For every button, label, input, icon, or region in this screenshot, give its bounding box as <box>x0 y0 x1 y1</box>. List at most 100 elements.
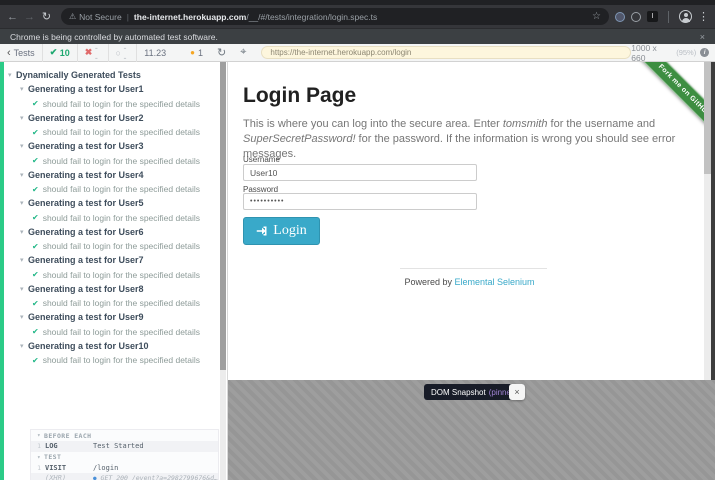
info-icon[interactable]: i <box>700 48 709 57</box>
reload-icon[interactable]: ↻ <box>38 10 55 23</box>
extension-icon[interactable]: I <box>647 11 658 22</box>
passed-check-icon: ✔ <box>50 47 58 58</box>
test-row[interactable]: ✔ should fail to login for the specified… <box>4 182 220 196</box>
test-group-header[interactable]: ▾ Generating a test for User10 <box>4 339 220 354</box>
page-description: This is where you can log into the secur… <box>243 117 695 162</box>
elemental-selenium-link[interactable]: Elemental Selenium <box>454 277 534 287</box>
password-hint: SuperSecretPassword! <box>243 133 356 145</box>
caret-down-icon[interactable]: ▾ <box>20 114 28 122</box>
test-row[interactable]: ✔ should fail to login for the specified… <box>4 125 220 139</box>
screen: ← → ↻ ⚠ Not Secure | the-internet.heroku… <box>0 0 715 480</box>
test-row[interactable]: ✔ should fail to login for the specified… <box>4 268 220 282</box>
caret-down-icon: ▾ <box>37 432 44 439</box>
test-row[interactable]: ✔ should fail to login for the specified… <box>4 353 220 367</box>
security-label[interactable]: Not Secure <box>79 12 122 22</box>
description-text: This is where you can log into the secur… <box>243 118 503 130</box>
passed-value: 10 <box>60 48 70 58</box>
test-row[interactable]: ✔ should fail to login for the specified… <box>4 211 220 225</box>
password-field[interactable]: •••••••••• <box>243 193 477 210</box>
run-duration: 11.23 <box>137 44 173 62</box>
cypress-header: ‹ Tests ✔ 10 ✖ -- ○ -- 11.23 ● 1 ↻ ⌖ ht <box>0 44 715 62</box>
automation-notice-text: Chrome is being controlled by automated … <box>10 32 218 42</box>
pending-count[interactable]: ○ -- <box>109 44 138 62</box>
browser-toolbar: ← → ↻ ⚠ Not Secure | the-internet.heroku… <box>0 5 715 28</box>
test-group-header[interactable]: ▾ Generating a test for User8 <box>4 282 220 297</box>
back-icon[interactable]: ← <box>4 11 21 23</box>
test-group-header[interactable]: ▾ Generating a test for User1 <box>4 82 220 97</box>
before-each-hook[interactable]: ▾ BEFORE EACH <box>31 430 218 441</box>
browser-menu-icon[interactable]: ⋮ <box>698 10 709 23</box>
restart-tests-button[interactable]: ↻ <box>210 44 233 62</box>
snapshot-close-button[interactable]: × <box>509 384 525 400</box>
forward-icon[interactable]: → <box>21 11 38 23</box>
test-group-header[interactable]: ▾ Generating a test for User7 <box>4 253 220 268</box>
test-passed-check-icon: ✔ <box>32 299 39 308</box>
aut-scrollbar-thumb[interactable] <box>704 62 711 174</box>
test-group-title: Generating a test for User8 <box>28 284 144 294</box>
extension-icons: I ⋮ <box>615 10 715 23</box>
caret-down-icon[interactable]: ▾ <box>20 285 28 293</box>
viewport-badge[interactable]: ● 1 <box>183 44 210 62</box>
caret-down-icon[interactable]: ▾ <box>20 228 28 236</box>
test-row[interactable]: ✔ should fail to login for the specified… <box>4 154 220 168</box>
caret-down-icon: ▾ <box>37 454 44 461</box>
aut-url-bar[interactable]: https://the-internet.herokuapp.com/login <box>261 46 631 59</box>
command-row-visit[interactable]: 1 VISIT /login <box>31 463 218 474</box>
aut-scrollbar[interactable] <box>704 62 711 380</box>
test-title: should fail to login for the specified d… <box>43 298 200 308</box>
caret-down-icon[interactable]: ▾ <box>20 85 28 93</box>
selector-playground-button[interactable]: ⌖ <box>233 44 253 62</box>
test-group-title: Generating a test for User6 <box>28 227 144 237</box>
suite-row[interactable]: ▾ Dynamically Generated Tests <box>4 68 220 82</box>
test-passed-check-icon: ✔ <box>32 213 39 222</box>
test-row[interactable]: ✔ should fail to login for the specified… <box>4 97 220 111</box>
aut-right-edge <box>711 62 715 380</box>
test-passed-check-icon: ✔ <box>32 356 39 365</box>
username-field[interactable]: User10 <box>243 164 477 181</box>
caret-down-icon[interactable]: ▾ <box>20 256 28 264</box>
command-number: 1 <box>31 463 45 474</box>
test-group-header[interactable]: ▾ Generating a test for User2 <box>4 111 220 126</box>
test-group-header[interactable]: ▾ Generating a test for User9 <box>4 310 220 325</box>
command-row-log[interactable]: 1 LOG Test Started <box>31 441 218 452</box>
caret-down-icon[interactable]: ▾ <box>8 71 16 79</box>
test-passed-check-icon: ✔ <box>32 156 39 165</box>
extension-icon[interactable] <box>615 12 625 22</box>
sidebar-scrollbar[interactable] <box>220 62 226 480</box>
test-group: ▾ Generating a test for User8 ✔ should f… <box>4 282 220 311</box>
viewport-info: 1000 x 660 (95%) i <box>631 43 715 63</box>
address-bar[interactable]: ⚠ Not Secure | the-internet.herokuapp.co… <box>61 8 609 25</box>
sidebar-scrollbar-thumb[interactable] <box>220 62 226 370</box>
extension-icon[interactable] <box>631 12 641 22</box>
test-group-header[interactable]: ▾ Generating a test for User3 <box>4 139 220 154</box>
command-name: LOG <box>45 441 93 452</box>
test-row[interactable]: ✔ should fail to login for the specified… <box>4 325 220 339</box>
caret-down-icon[interactable]: ▾ <box>20 199 28 207</box>
caret-down-icon[interactable]: ▾ <box>20 171 28 179</box>
automation-infobar: Chrome is being controlled by automated … <box>0 28 715 44</box>
address-host: the-internet.herokuapp.com <box>134 12 246 22</box>
login-button[interactable]: Login <box>243 217 320 245</box>
toolbar-divider <box>668 11 669 23</box>
viewport-zoom: (95%) <box>676 48 696 57</box>
infobar-close-icon[interactable]: × <box>700 32 705 42</box>
bookmark-star-icon[interactable]: ☆ <box>592 11 601 22</box>
pending-circle-icon: ○ <box>116 48 121 58</box>
failed-value: -- <box>95 43 101 63</box>
hook-label: BEFORE EACH <box>44 432 91 440</box>
test-group-header[interactable]: ▾ Generating a test for User4 <box>4 168 220 183</box>
test-row[interactable]: ✔ should fail to login for the specified… <box>4 296 220 310</box>
profile-avatar[interactable] <box>679 10 692 23</box>
test-group-header[interactable]: ▾ Generating a test for User6 <box>4 225 220 240</box>
back-to-tests-button[interactable]: ‹ Tests <box>0 44 43 62</box>
test-row[interactable]: ✔ should fail to login for the specified… <box>4 239 220 253</box>
test-hook[interactable]: ▾ TEST <box>31 452 218 463</box>
failed-count[interactable]: ✖ -- <box>78 44 109 62</box>
caret-down-icon[interactable]: ▾ <box>20 142 28 150</box>
footer-text: Powered by <box>404 277 454 287</box>
caret-down-icon[interactable]: ▾ <box>20 342 28 350</box>
command-row-xhr[interactable]: (XHR) ● GET 200 /event?a=2982799676&d=29… <box>31 473 218 480</box>
caret-down-icon[interactable]: ▾ <box>20 313 28 321</box>
passed-count[interactable]: ✔ 10 <box>43 44 78 62</box>
test-group-header[interactable]: ▾ Generating a test for User5 <box>4 196 220 211</box>
